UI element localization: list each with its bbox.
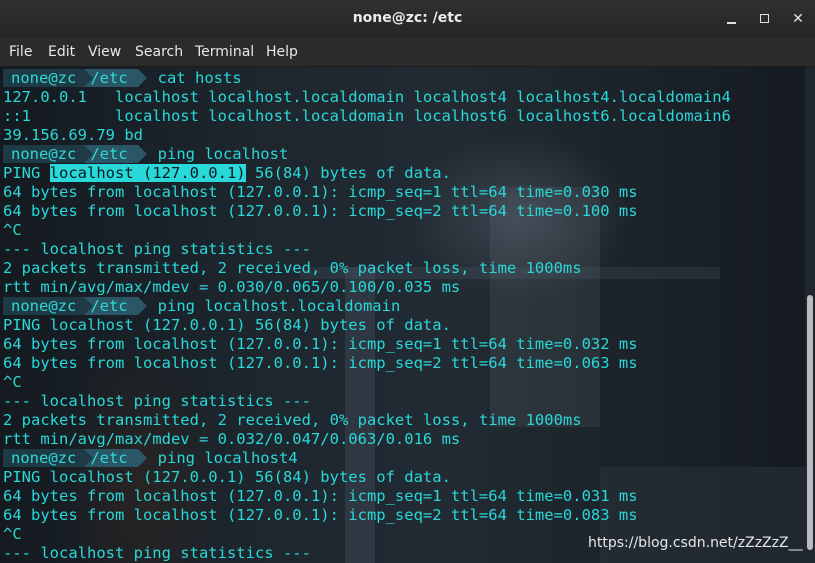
output-line: 64 bytes from localhost (127.0.0.1): icm…	[3, 202, 638, 220]
menu-view[interactable]: View	[88, 44, 121, 60]
output-line: 64 bytes from localhost (127.0.0.1): icm…	[3, 354, 638, 372]
menu-file[interactable]: File	[9, 44, 32, 60]
output-line: 64 bytes from localhost (127.0.0.1): icm…	[3, 183, 638, 201]
output-text: PING	[3, 164, 50, 182]
output-line: ^C	[3, 221, 22, 239]
prompt-line: none@zc/etc cat hosts	[3, 69, 731, 88]
terminal-output[interactable]: none@zc/etc cat hosts 127.0.0.1 localhost …	[0, 67, 805, 563]
menu-terminal[interactable]: Terminal	[195, 44, 254, 60]
prompt-user: none@zc	[3, 297, 85, 315]
output-line: rtt min/avg/max/mdev = 0.030/0.065/0.100…	[3, 278, 461, 296]
menu-bar: File Edit View Search Terminal Help	[0, 38, 815, 67]
terminal-lines: none@zc/etc cat hosts 127.0.0.1 localhost …	[3, 69, 731, 563]
prompt-separator-icon	[137, 449, 147, 467]
prompt-command: ping localhost4	[157, 449, 298, 467]
prompt-separator-icon	[84, 145, 94, 163]
prompt-command: cat hosts	[157, 69, 242, 87]
prompt-separator-icon	[84, 297, 94, 315]
prompt-separator-icon	[137, 69, 147, 87]
output-line: ::1 localhost localhost.localdomain loca…	[3, 107, 731, 125]
output-line: --- localhost ping statistics ---	[3, 240, 311, 258]
prompt-user: none@zc	[3, 145, 85, 163]
output-line: 127.0.0.1 localhost localhost.localdomai…	[3, 88, 731, 106]
window-title: none@zc: /etc	[352, 10, 463, 26]
prompt-separator-icon	[84, 449, 94, 467]
output-line: PING localhost (127.0.0.1) 56(84) bytes …	[3, 468, 451, 486]
maximize-icon[interactable]	[755, 9, 775, 29]
watermark: https://blog.csdn.net/zZzZzZ__	[588, 535, 803, 551]
prompt-separator-icon	[137, 297, 147, 315]
menu-search[interactable]: Search	[135, 44, 183, 60]
output-line: 2 packets transmitted, 2 received, 0% pa…	[3, 259, 582, 277]
output-line: PING localhost (127.0.0.1) 56(84) bytes …	[3, 316, 451, 334]
minimize-icon[interactable]	[722, 9, 742, 29]
output-line: 39.156.69.79 bd	[3, 126, 143, 144]
title-bar: none@zc: /etc ✕	[0, 0, 815, 38]
prompt-command: ping localhost	[157, 145, 289, 163]
output-text: 56(84) bytes of data.	[245, 164, 451, 182]
output-line: ^C	[3, 373, 22, 391]
selected-text: localhost (127.0.0.1)	[49, 164, 246, 182]
prompt-user: none@zc	[3, 69, 85, 87]
prompt-separator-icon	[137, 145, 147, 163]
prompt-command: ping localhost.localdomain	[157, 297, 401, 315]
output-line: 64 bytes from localhost (127.0.0.1): icm…	[3, 506, 638, 524]
output-line: 2 packets transmitted, 2 received, 0% pa…	[3, 411, 582, 429]
output-line: rtt min/avg/max/mdev = 0.032/0.047/0.063…	[3, 430, 461, 448]
prompt-line: none@zc/etc ping localhost4	[3, 449, 731, 468]
output-line: --- localhost ping statistics ---	[3, 392, 311, 410]
scrollbar-thumb[interactable]	[807, 295, 813, 550]
output-line: PING localhost (127.0.0.1) 56(84) bytes …	[3, 164, 731, 183]
prompt-separator-icon	[84, 69, 94, 87]
output-line: 64 bytes from localhost (127.0.0.1): icm…	[3, 487, 638, 505]
prompt-line: none@zc/etc ping localhost	[3, 145, 731, 164]
menu-edit[interactable]: Edit	[48, 44, 75, 60]
output-line: 64 bytes from localhost (127.0.0.1): icm…	[3, 335, 638, 353]
prompt-line: none@zc/etc ping localhost.localdomain	[3, 297, 731, 316]
close-icon[interactable]: ✕	[788, 9, 808, 29]
menu-help[interactable]: Help	[266, 44, 298, 60]
prompt-user: none@zc	[3, 449, 85, 467]
